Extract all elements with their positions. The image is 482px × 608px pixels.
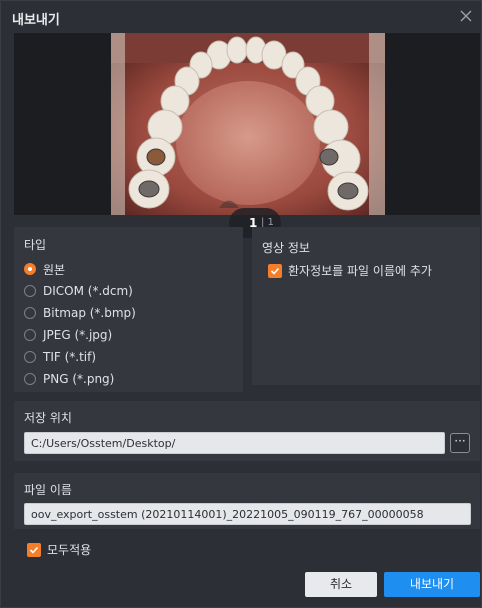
type-option-label: TIF (*.tif) xyxy=(43,350,97,364)
type-option-radio[interactable]: 원본 xyxy=(24,260,65,278)
type-panel-label: 타입 xyxy=(24,238,47,252)
apply-all-checkbox[interactable]: 모두적용 xyxy=(27,541,91,558)
title-bar: 내보내기 xyxy=(1,1,481,33)
type-panel: 타입 원본 DICOM (*.dcm) Bitmap (*.bmp) JPEG (*.… xyxy=(14,227,243,392)
add-patient-info-label: 환자정보를 파일 이름에 추가 xyxy=(288,264,432,278)
radio-icon xyxy=(24,307,36,319)
cancel-button[interactable]: 취소 xyxy=(305,572,377,597)
type-option-radio[interactable]: Bitmap (*.bmp) xyxy=(24,304,136,322)
apply-all-label: 모두적용 xyxy=(47,543,92,557)
save-location-panel: 저장 위치 C:/Users/Osstem/Desktop/ ··· xyxy=(14,401,480,461)
radio-icon xyxy=(24,285,36,297)
file-name-panel: 파일 이름 oov_export_osstem (20210114001)_20… xyxy=(14,473,480,529)
check-icon xyxy=(27,542,41,557)
type-option-label: JPEG (*.jpg) xyxy=(43,328,113,342)
add-patient-info-checkbox[interactable]: 환자정보를 파일 이름에 추가 xyxy=(268,262,432,279)
dialog-title: 내보내기 xyxy=(12,13,60,28)
save-location-label: 저장 위치 xyxy=(24,411,72,425)
export-dialog: 내보내기 1 | 1 타입 원본 DICOM (*.dcm) Bitmap (*… xyxy=(0,0,482,608)
file-name-field[interactable]: oov_export_osstem (20210114001)_20221005… xyxy=(24,503,471,525)
export-button[interactable]: 내보내기 xyxy=(384,572,480,597)
radio-icon xyxy=(24,329,36,341)
type-option-radio[interactable]: TIF (*.tif) xyxy=(24,348,96,366)
radio-icon xyxy=(24,351,36,363)
close-icon[interactable] xyxy=(457,7,475,25)
image-info-panel: 영상 정보 환자정보를 파일 이름에 추가 xyxy=(252,227,480,385)
dental-photo xyxy=(111,33,385,215)
image-preview: 1 | 1 xyxy=(14,33,480,238)
save-path-field[interactable]: C:/Users/Osstem/Desktop/ xyxy=(24,432,445,454)
type-option-label: Bitmap (*.bmp) xyxy=(43,306,136,320)
check-icon xyxy=(268,263,282,278)
radio-icon xyxy=(24,373,36,385)
radio-selected-icon xyxy=(24,263,36,275)
type-option-radio[interactable]: DICOM (*.dcm) xyxy=(24,282,133,300)
type-option-radio[interactable]: JPEG (*.jpg) xyxy=(24,326,112,344)
file-name-label: 파일 이름 xyxy=(24,483,72,497)
browse-button[interactable]: ··· xyxy=(450,433,470,453)
type-option-radio[interactable]: PNG (*.png) xyxy=(24,370,114,388)
type-option-label: DICOM (*.dcm) xyxy=(43,284,133,298)
type-option-label: 원본 xyxy=(43,262,66,277)
image-info-panel-label: 영상 정보 xyxy=(262,241,310,255)
type-option-label: PNG (*.png) xyxy=(43,372,115,386)
